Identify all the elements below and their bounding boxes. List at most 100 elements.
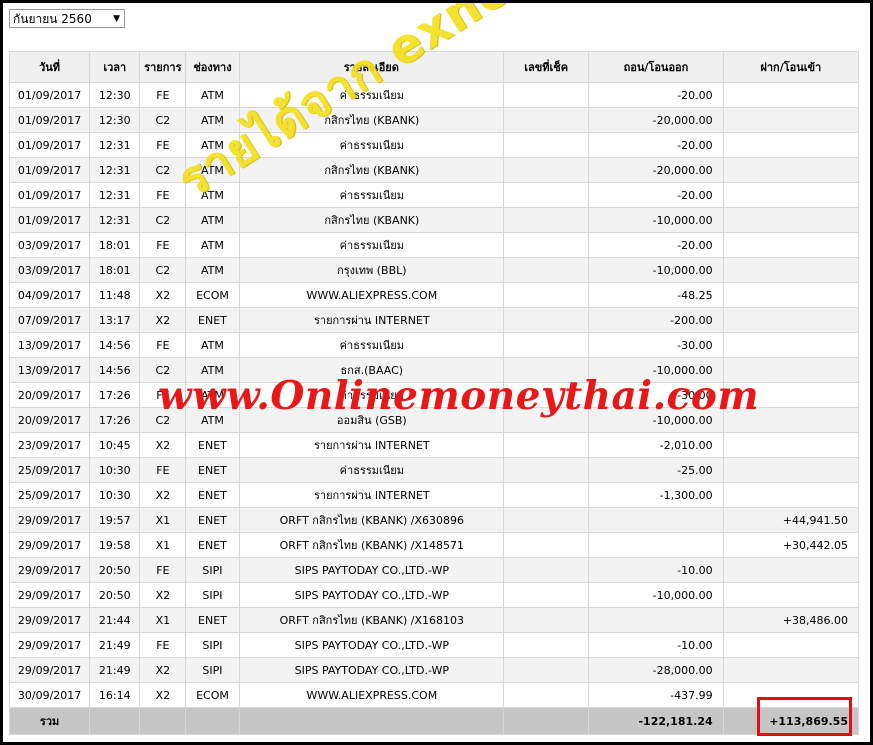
table-row[interactable]: 03/09/2017 18:01 FE ATM ค่าธรรมเนียม -20.00 xyxy=(8,232,860,258)
total-deposit-highlight xyxy=(757,697,852,736)
cell-withdraw: -10,000.00 xyxy=(588,582,724,608)
cell-date: 29/09/2017 xyxy=(8,632,91,658)
cell-deposit xyxy=(722,257,860,283)
header-date[interactable]: วันที่ xyxy=(8,51,91,83)
header-deposit[interactable]: ฝาก/โอนเข้า xyxy=(722,51,860,83)
cell-detail: รายการผ่าน INTERNET xyxy=(238,307,505,333)
cell-withdraw: -20.00 xyxy=(588,182,724,208)
cell-type: X2 xyxy=(139,482,187,508)
cell-cheque xyxy=(503,632,590,658)
cell-deposit xyxy=(722,382,860,408)
cell-date: 13/09/2017 xyxy=(8,357,91,383)
table-row[interactable]: 29/09/2017 20:50 X2 SIPI SIPS PAYTODAY CO.,L… xyxy=(8,582,860,608)
cell-type: X1 xyxy=(139,507,187,533)
table-row[interactable]: 25/09/2017 10:30 FE ENET ค่าธรรมเนียม -25.00 xyxy=(8,457,860,483)
cell-time: 10:45 xyxy=(89,432,141,458)
cell-channel: ENET xyxy=(185,457,240,483)
cell-date: 03/09/2017 xyxy=(8,232,91,258)
table-row[interactable]: 29/09/2017 20:50 FE SIPI SIPS PAYTODAY CO.,L… xyxy=(8,557,860,583)
cell-cheque xyxy=(503,682,590,708)
cell-date: 29/09/2017 xyxy=(8,582,91,608)
table-row[interactable]: 01/09/2017 12:30 FE ATM ค่าธรรมเนียม -20.00 xyxy=(8,82,860,108)
cell-channel: ENET xyxy=(185,307,240,333)
total-withdraw: -122,181.24 xyxy=(588,707,724,735)
cell-time: 18:01 xyxy=(89,257,141,283)
cell-withdraw: -20,000.00 xyxy=(588,107,724,133)
cell-withdraw: -30.00 xyxy=(588,382,724,408)
cell-date: 29/09/2017 xyxy=(8,657,91,683)
cell-date: 29/09/2017 xyxy=(8,557,91,583)
cell-date: 01/09/2017 xyxy=(8,207,91,233)
table-row[interactable]: 01/09/2017 12:31 C2 ATM กสิกรไทย (KBANK) -20,… xyxy=(8,157,860,183)
cell-cheque xyxy=(503,207,590,233)
cell-date: 01/09/2017 xyxy=(8,107,91,133)
header-channel[interactable]: ช่องทาง xyxy=(185,51,240,83)
transaction-table: วันที่ เวลา รายการ ช่องทาง รายละเอียด เล… xyxy=(8,51,860,735)
table-row[interactable]: 23/09/2017 10:45 X2 ENET รายการผ่าน INTERNET… xyxy=(8,432,860,458)
cell-deposit: +44,941.50 xyxy=(722,507,860,533)
cell-detail: ออมสิน (GSB) xyxy=(238,407,505,433)
table-row[interactable]: 03/09/2017 18:01 C2 ATM กรุงเทพ (BBL) -10,000… xyxy=(8,257,860,283)
cell-time: 12:31 xyxy=(89,182,141,208)
cell-channel: ENET xyxy=(185,432,240,458)
cell-channel: ENET xyxy=(185,507,240,533)
header-cheque[interactable]: เลขที่เช็ค xyxy=(503,51,590,83)
table-row[interactable]: 29/09/2017 21:49 X2 SIPI SIPS PAYTODAY CO.,L… xyxy=(8,657,860,683)
cell-time: 21:44 xyxy=(89,607,141,633)
table-row[interactable]: 04/09/2017 11:48 X2 ECOM WWW.ALIEXPRESS.COM -… xyxy=(8,282,860,308)
header-withdraw[interactable]: ถอน/โอนออก xyxy=(588,51,724,83)
table-row[interactable]: 30/09/2017 16:14 X2 ECOM WWW.ALIEXPRESS.COM -… xyxy=(8,682,860,708)
cell-detail: WWW.ALIEXPRESS.COM xyxy=(238,682,505,708)
cell-channel: ATM xyxy=(185,107,240,133)
cell-deposit: +38,486.00 xyxy=(722,607,860,633)
table-row[interactable]: 01/09/2017 12:30 C2 ATM กสิกรไทย (KBANK) -20,… xyxy=(8,107,860,133)
table-row[interactable]: 01/09/2017 12:31 C2 ATM กสิกรไทย (KBANK) -10,… xyxy=(8,207,860,233)
cell-date: 01/09/2017 xyxy=(8,182,91,208)
table-row[interactable]: 20/09/2017 17:26 FE ATM ค่าธรรมเนียม -30.00 xyxy=(8,382,860,408)
cell-time: 14:56 xyxy=(89,357,141,383)
cell-deposit xyxy=(722,457,860,483)
cell-type: FE xyxy=(139,457,187,483)
cell-deposit xyxy=(722,582,860,608)
cell-detail: รายการผ่าน INTERNET xyxy=(238,482,505,508)
cell-deposit xyxy=(722,107,860,133)
table-row[interactable]: 29/09/2017 21:44 X1 ENET ORFT กสิกรไทย (KBAN… xyxy=(8,607,860,633)
cell-type: C2 xyxy=(139,407,187,433)
table-row[interactable]: 25/09/2017 10:30 X2 ENET รายการผ่าน INTERNET… xyxy=(8,482,860,508)
cell-deposit xyxy=(722,482,860,508)
cell-cheque xyxy=(503,357,590,383)
table-row[interactable]: 29/09/2017 19:58 X1 ENET ORFT กสิกรไทย (KBAN… xyxy=(8,532,860,558)
cell-detail: กสิกรไทย (KBANK) xyxy=(238,107,505,133)
cell-date: 01/09/2017 xyxy=(8,157,91,183)
table-row[interactable]: 01/09/2017 12:31 FE ATM ค่าธรรมเนียม -20.00 xyxy=(8,132,860,158)
table-row[interactable]: 13/09/2017 14:56 FE ATM ค่าธรรมเนียม -30.00 xyxy=(8,332,860,358)
table-row[interactable]: 29/09/2017 19:57 X1 ENET ORFT กสิกรไทย (KBAN… xyxy=(8,507,860,533)
cell-time: 20:50 xyxy=(89,557,141,583)
cell-channel: ATM xyxy=(185,407,240,433)
table-row[interactable]: 20/09/2017 17:26 C2 ATM ออมสิน (GSB) -10,000.… xyxy=(8,407,860,433)
table-row[interactable]: 13/09/2017 14:56 C2 ATM ธกส.(BAAC) -10,000.00 xyxy=(8,357,860,383)
cell-detail: กสิกรไทย (KBANK) xyxy=(238,207,505,233)
cell-time: 10:30 xyxy=(89,482,141,508)
header-time[interactable]: เวลา xyxy=(89,51,141,83)
cell-cheque xyxy=(503,557,590,583)
cell-cheque xyxy=(503,657,590,683)
cell-type: X2 xyxy=(139,582,187,608)
month-select[interactable]: กันยายน 2560 ▼ xyxy=(9,9,125,28)
table-row[interactable]: 07/09/2017 13:17 X2 ENET รายการผ่าน INTERNET… xyxy=(8,307,860,333)
cell-time: 12:31 xyxy=(89,207,141,233)
cell-detail: ค่าธรรมเนียม xyxy=(238,382,505,408)
cell-withdraw: -48.25 xyxy=(588,282,724,308)
cell-deposit xyxy=(722,657,860,683)
header-detail[interactable]: รายละเอียด xyxy=(238,51,505,83)
cell-detail: ธกส.(BAAC) xyxy=(238,357,505,383)
table-row[interactable]: 29/09/2017 21:49 FE SIPI SIPS PAYTODAY CO.,L… xyxy=(8,632,860,658)
cell-withdraw: -10,000.00 xyxy=(588,407,724,433)
cell-channel: ECOM xyxy=(185,282,240,308)
table-row[interactable]: 01/09/2017 12:31 FE ATM ค่าธรรมเนียม -20.00 xyxy=(8,182,860,208)
cell-channel: SIPI xyxy=(185,632,240,658)
header-type[interactable]: รายการ xyxy=(139,51,187,83)
cell-channel: ATM xyxy=(185,332,240,358)
cell-type: FE xyxy=(139,382,187,408)
cell-time: 17:26 xyxy=(89,382,141,408)
